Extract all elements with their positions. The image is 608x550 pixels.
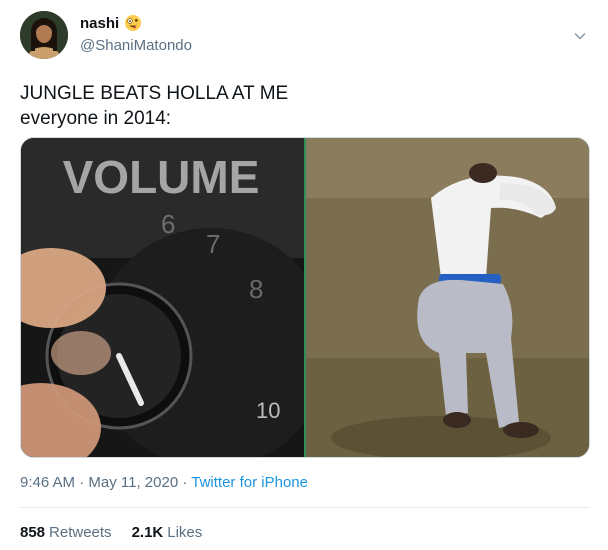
tweet-line-2: everyone in 2014: [20, 108, 172, 129]
meta-separator-2: · [182, 474, 188, 491]
svg-text:8: 8 [249, 274, 263, 304]
meta-separator: · [79, 474, 85, 491]
svg-text:7: 7 [206, 229, 220, 259]
retweets-stat[interactable]: 858 Retweets [20, 524, 112, 541]
divider [20, 507, 590, 508]
knob-label-ten: 10 [256, 398, 280, 423]
zany-face-emoji-icon [125, 15, 142, 31]
likes-count: 2.1K [131, 524, 164, 541]
tweet-stats: 858 Retweets 2.1K Likes [20, 524, 202, 541]
svg-text:6: 6 [161, 209, 175, 239]
tweet-card: nashi @ShaniMatondo JUNGLE BEATS HOLLA A… [0, 0, 608, 550]
user-handle[interactable]: @ShaniMatondo [80, 37, 192, 54]
retweets-count: 858 [20, 524, 46, 541]
man-dancing-image [306, 138, 589, 457]
tweet-source-link[interactable]: Twitter for iPhone [191, 474, 308, 491]
chevron-down-icon[interactable] [572, 28, 588, 44]
display-name[interactable]: nashi [80, 15, 119, 32]
avatar[interactable] [20, 11, 68, 59]
tweet-meta: 9:46 AM · May 11, 2020 · Twitter for iPh… [20, 474, 308, 491]
tweet-date[interactable]: May 11, 2020 [88, 474, 178, 491]
tweet-media[interactable]: VOLUME 6 7 8 10 [20, 137, 590, 458]
tweet-text: JUNGLE BEATS HOLLA AT ME everyone in 201… [20, 81, 288, 131]
tweet-line-1: JUNGLE BEATS HOLLA AT ME [20, 83, 289, 104]
avatar-image [20, 11, 68, 59]
volume-knob-image: VOLUME 6 7 8 10 [21, 138, 331, 457]
likes-label: Likes [167, 524, 203, 541]
likes-stat[interactable]: 2.1K Likes [132, 524, 203, 541]
name-row: nashi [80, 14, 142, 32]
tweet-time[interactable]: 9:46 AM [20, 474, 75, 491]
knob-label-volume: VOLUME [63, 151, 260, 203]
retweets-label: Retweets [49, 524, 112, 541]
